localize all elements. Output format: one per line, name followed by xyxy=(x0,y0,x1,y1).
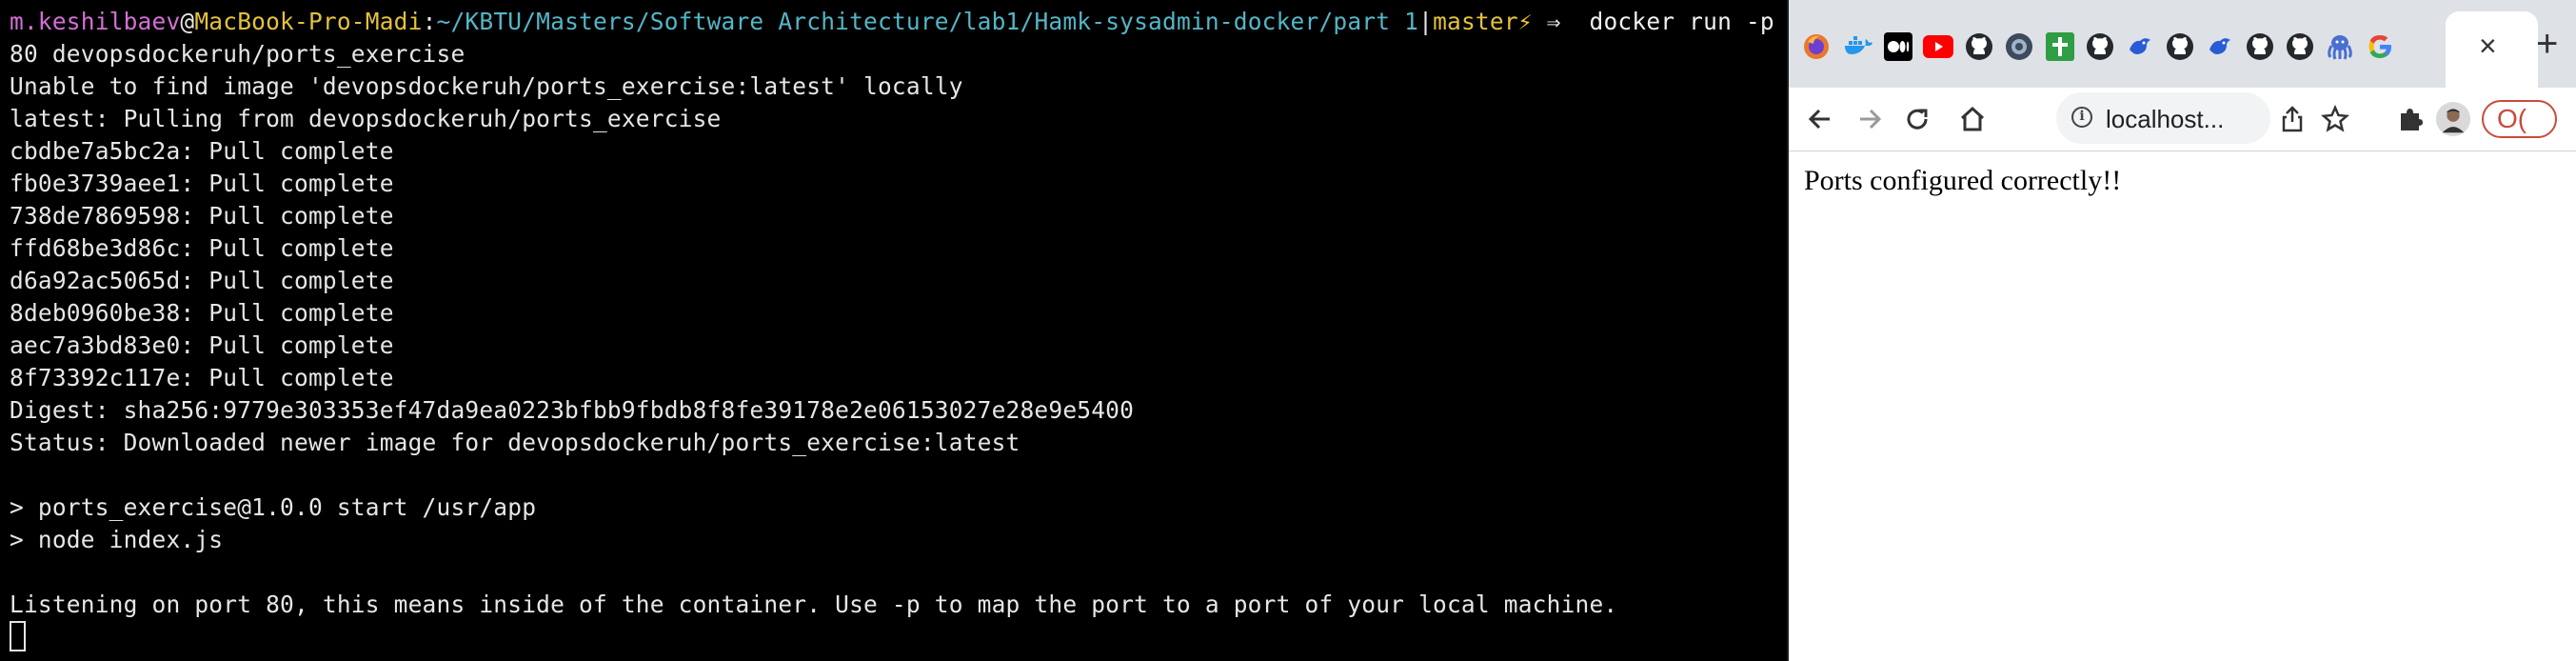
github-icon xyxy=(2287,33,2313,60)
github-icon xyxy=(1966,33,1992,60)
tab-octopus[interactable] xyxy=(2324,30,2356,63)
lightning-icon: ⚡ xyxy=(1517,8,1533,35)
tab-github-2[interactable] xyxy=(2084,30,2116,63)
puzzle-icon xyxy=(2401,109,2423,130)
tab-github-3[interactable] xyxy=(2164,30,2196,63)
green-cross-icon xyxy=(2046,32,2074,61)
arrow-right-icon xyxy=(1860,109,1882,130)
prompt-command: docker run -p 8000: xyxy=(1589,8,1789,35)
tab-github-5[interactable] xyxy=(2284,30,2316,63)
reload-icon xyxy=(1907,109,1928,130)
reload-button[interactable] xyxy=(1899,101,1935,137)
new-tab-button[interactable]: + xyxy=(2536,25,2558,63)
back-button[interactable] xyxy=(1802,101,1838,137)
bookmark-button[interactable] xyxy=(2317,101,2353,137)
home-icon xyxy=(1960,106,1985,131)
page-message: Ports configured correctly!! xyxy=(1804,165,2122,196)
share-icon xyxy=(2282,106,2303,132)
terminal-window[interactable]: m.keshilbaev@MacBook-Pro-Madi:~/KBTU/Mas… xyxy=(0,0,1789,661)
github-icon xyxy=(2087,33,2113,60)
avatar xyxy=(2435,101,2471,137)
tab-google[interactable] xyxy=(2364,30,2396,63)
terminal-cursor-line xyxy=(10,621,1789,653)
github-icon xyxy=(2167,33,2193,60)
tab-docker[interactable] xyxy=(1842,30,1874,63)
prompt-path: ~/KBTU/Masters/Software Architecture/lab… xyxy=(436,8,1419,35)
blue-bird-icon xyxy=(2209,38,2230,54)
info-icon[interactable]: i xyxy=(2071,107,2092,128)
terminal-line: Digest: sha256:9779e303353ef47da9ea0223b… xyxy=(10,396,1135,424)
terminal-line: ffd68be3d86c: Pull complete xyxy=(10,234,394,262)
tab-bird-2[interactable] xyxy=(2204,30,2236,63)
octopus-icon xyxy=(2328,35,2352,60)
close-tab-icon[interactable]: × xyxy=(2479,29,2497,63)
terminal-line: 8f73392c117e: Pull complete xyxy=(10,364,394,391)
profile-pill-button[interactable]: O( xyxy=(2482,100,2576,138)
terminal-line: 80 devopsdockeruh/ports_exercise xyxy=(10,40,466,68)
prompt-user: m.keshilbaev xyxy=(10,8,181,35)
terminal-line: aec7a3bd83e0: Pull complete xyxy=(10,331,394,359)
prompt-at: @ xyxy=(180,8,195,35)
terminal-cursor xyxy=(10,621,26,651)
browser-toolbar: i localhost... O( xyxy=(1789,88,2576,151)
youtube-icon xyxy=(1923,35,1953,58)
terminal-prompt-line: m.keshilbaev@MacBook-Pro-Madi:~/KBTU/Mas… xyxy=(10,6,1789,38)
share-button[interactable] xyxy=(2274,101,2310,137)
tab-site[interactable] xyxy=(2003,30,2035,63)
forward-button[interactable] xyxy=(1852,101,1888,137)
prompt-colon: : xyxy=(422,8,437,35)
prompt-host: MacBook-Pro-Madi xyxy=(194,8,423,35)
tab-github-1[interactable] xyxy=(1963,30,1995,63)
tab-green-cross[interactable] xyxy=(2044,30,2076,63)
prompt-branch-sep: | xyxy=(1418,8,1434,35)
terminal-line: cbdbe7a5bc2a: Pull complete xyxy=(10,137,394,165)
arrow-left-icon xyxy=(1808,109,1830,130)
profile-avatar[interactable] xyxy=(2435,101,2471,137)
github-icon xyxy=(2247,33,2273,60)
star-icon xyxy=(2320,104,2350,132)
terminal-line: Status: Downloaded newer image for devop… xyxy=(10,429,1020,456)
web-page: Ports configured correctly!! xyxy=(1789,151,2576,661)
terminal-line: 738de7869598: Pull complete xyxy=(10,202,394,230)
terminal-line: Listening on port 80, this means inside … xyxy=(10,591,1618,618)
url-text: localhost... xyxy=(2106,105,2225,133)
address-bar[interactable]: i localhost... xyxy=(2056,92,2270,144)
profile-pill-text: O( xyxy=(2482,100,2558,138)
google-icon xyxy=(2368,35,2391,58)
tab-firefox[interactable] xyxy=(1800,30,1833,63)
prompt-branch: master xyxy=(1433,8,1518,35)
tab-medium[interactable] xyxy=(1882,30,1914,63)
docker-icon xyxy=(1845,36,1873,54)
home-button[interactable] xyxy=(1954,101,1991,137)
terminal-line: 8deb0960be38: Pull complete xyxy=(10,299,394,327)
terminal-output: m.keshilbaev@MacBook-Pro-Madi:~/KBTU/Mas… xyxy=(0,0,1789,653)
terminal-line: > node index.js xyxy=(10,526,224,553)
tab-strip: × + xyxy=(1789,0,2576,88)
tab-youtube[interactable] xyxy=(1922,30,1954,63)
blue-bird-icon xyxy=(2130,38,2150,54)
terminal-line: latest: Pulling from devopsdockeruh/port… xyxy=(10,105,722,132)
terminal-line: > ports_exercise@1.0.0 start /usr/app xyxy=(10,493,537,521)
screen: m.keshilbaev@MacBook-Pro-Madi:~/KBTU/Mas… xyxy=(0,0,2576,661)
terminal-line: Unable to find image 'devopsdockeruh/por… xyxy=(10,72,963,100)
generic-site-icon xyxy=(2006,33,2032,60)
prompt-arrow-icon: ⇒ xyxy=(1546,8,1561,35)
tab-github-4[interactable] xyxy=(2244,30,2276,63)
terminal-line: d6a92ac5065d: Pull complete xyxy=(10,267,394,294)
extensions-button[interactable] xyxy=(2392,101,2428,137)
browser-window: × + i localhost... O(Ports configured c… xyxy=(1789,0,2576,661)
terminal-line: fb0e3739aee1: Pull complete xyxy=(10,170,394,197)
medium-icon xyxy=(1884,32,1912,61)
tab-bird-1[interactable] xyxy=(2124,30,2156,63)
firefox-icon xyxy=(1804,34,1829,59)
